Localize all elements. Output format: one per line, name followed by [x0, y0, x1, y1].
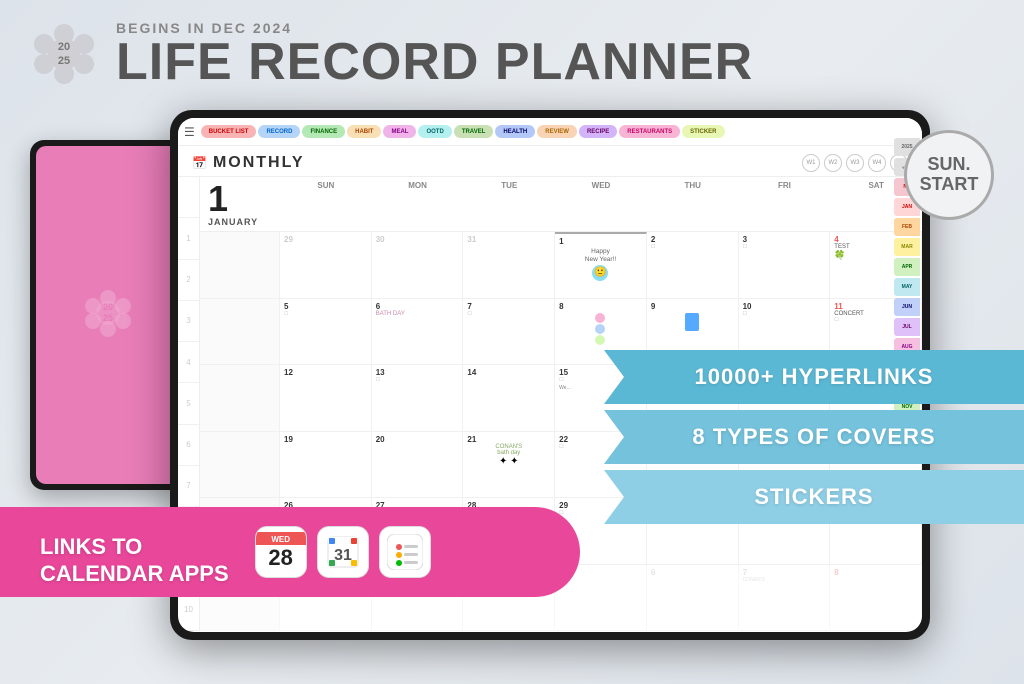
- week4-circle[interactable]: W4: [868, 154, 886, 172]
- tab-feb[interactable]: FEB: [894, 218, 920, 236]
- cell-row4-label: [200, 432, 280, 498]
- row-1: 1: [178, 218, 199, 259]
- cal-day-abbr: WED: [256, 532, 306, 545]
- main-container: 20 25 BEGINS IN DEC 2024 LIFE RECORD PLA…: [0, 0, 1024, 684]
- row-3: 3: [178, 301, 199, 342]
- sun-start-badge: SUN. START: [904, 130, 994, 220]
- svg-text:20: 20: [58, 41, 70, 53]
- month-label-cell: 1 JANUARY: [200, 177, 280, 231]
- cell-jan14[interactable]: 14: [463, 365, 555, 431]
- sun-start-text: SUN. START: [920, 155, 979, 195]
- main-title: LIFE RECORD PLANNER: [116, 36, 753, 88]
- monthly-header: 📅 MONTHLY W1 W2 W3 W4 W5: [178, 146, 922, 177]
- cell-dec30[interactable]: 30: [372, 232, 464, 298]
- day-header-tue: TUE: [463, 177, 555, 231]
- nav-tab-health[interactable]: HEALTH: [495, 125, 535, 138]
- pink-logo: 20 25: [83, 288, 133, 343]
- nav-tab-ootd[interactable]: OOTD: [418, 125, 451, 138]
- cell-jan1[interactable]: 1 HappyNew Year!! 🙂: [555, 232, 647, 298]
- nav-tab-record[interactable]: RECORD: [258, 125, 300, 138]
- month-name: JANUARY: [208, 217, 272, 227]
- row-2: 2: [178, 260, 199, 301]
- svg-text:25: 25: [102, 313, 112, 323]
- cell-jan6[interactable]: 6 BATH DAY: [372, 299, 464, 365]
- day-header-mon: MON: [372, 177, 464, 231]
- hyperlinks-text: 10000+ HYPERLINKS: [695, 364, 934, 390]
- smiley-sticker: 🙂: [592, 265, 608, 281]
- cell-jan13[interactable]: 13☐: [372, 365, 464, 431]
- cal-day-num: 28: [268, 545, 292, 571]
- day-header-sun: SUN: [280, 177, 372, 231]
- reminders-icon: [379, 526, 431, 578]
- tab-jul[interactable]: JUL: [894, 318, 920, 336]
- cell-dec31[interactable]: 31: [463, 232, 555, 298]
- nav-tab-recipe[interactable]: RECIPE: [579, 125, 617, 138]
- links-pill: LINKS TO CALENDAR APPS WED 28 31: [0, 507, 580, 597]
- nav-tab-sticker[interactable]: STICKER: [682, 125, 724, 138]
- monthly-title: MONTHLY: [213, 154, 305, 172]
- links-text: LINKS TO CALENDAR APPS: [40, 516, 229, 587]
- row-5: 5: [178, 383, 199, 424]
- week2-circle[interactable]: W2: [824, 154, 842, 172]
- month-num: 1: [208, 181, 272, 217]
- planner-nav: ☰ BUCKET LIST RECORD FINANCE HABIT MEAL …: [178, 118, 922, 146]
- covers-text: 8 TYPES OF COVERS: [692, 424, 935, 450]
- cell-row3-label: [200, 365, 280, 431]
- week-circles: W1 W2 W3 W4 W5: [802, 154, 908, 172]
- nav-tab-finance[interactable]: FINANCE: [302, 125, 345, 138]
- nav-tab-restaurants[interactable]: RESTAURANTS: [619, 125, 680, 138]
- header-text: BEGINS IN DEC 2024 LIFE RECORD PLANNER: [116, 20, 753, 88]
- cal-row-1: 29 30 31 1 HappyNew Year!! 🙂: [200, 232, 922, 299]
- banner-covers: 8 TYPES OF COVERS: [604, 410, 1024, 464]
- tab-may[interactable]: MAY: [894, 278, 920, 296]
- svg-text:31: 31: [334, 547, 352, 564]
- svg-text:20: 20: [102, 302, 112, 312]
- hamburger-icon[interactable]: ☰: [184, 125, 195, 139]
- cell-jan20[interactable]: 20: [372, 432, 464, 498]
- happy-new-year-text: HappyNew Year!!: [559, 248, 642, 265]
- week1-circle[interactable]: W1: [802, 154, 820, 172]
- tab-jun[interactable]: JUN: [894, 298, 920, 316]
- feature-banners: 10000+ HYPERLINKS 8 TYPES OF COVERS STIC…: [604, 350, 1024, 524]
- nav-tab-bucketlist[interactable]: BUCKET LIST: [201, 125, 257, 138]
- cell-jan5[interactable]: 5☐: [280, 299, 372, 365]
- day-header-wed: WED: [555, 177, 647, 231]
- tab-apr[interactable]: APR: [894, 258, 920, 276]
- cell-row2-label: [200, 299, 280, 365]
- google-calendar-icon: 31: [317, 526, 369, 578]
- banner-stickers: STICKERS: [604, 470, 1024, 524]
- nav-tab-review[interactable]: REVIEW: [537, 125, 577, 138]
- logo: 20 25: [30, 20, 98, 88]
- cell-jan19[interactable]: 19: [280, 432, 372, 498]
- app-icons: WED 28 31: [255, 526, 431, 578]
- cell-jan12[interactable]: 12: [280, 365, 372, 431]
- nav-tab-habit[interactable]: HABIT: [347, 125, 381, 138]
- cell-label-col: [200, 232, 280, 298]
- ios-calendar-icon: WED 28: [255, 526, 307, 578]
- cell-jan21[interactable]: 21 CONAN'Sbath day ✦ ✦: [463, 432, 555, 498]
- day-header-thu: THU: [647, 177, 739, 231]
- row-num-header: [178, 177, 199, 218]
- nav-tab-meal[interactable]: MEAL: [383, 125, 416, 138]
- cell-jan7[interactable]: 7☐: [463, 299, 555, 365]
- tab-mar[interactable]: MAR: [894, 238, 920, 256]
- header: 20 25 BEGINS IN DEC 2024 LIFE RECORD PLA…: [30, 20, 753, 88]
- calendar-icon-small: 📅: [192, 156, 207, 170]
- svg-text:25: 25: [58, 55, 70, 67]
- links-banner: LINKS TO CALENDAR APPS WED 28 31: [0, 499, 580, 604]
- cell-dec29[interactable]: 29: [280, 232, 372, 298]
- day-headers: 1 JANUARY SUN MON TUE WED THU FRI SAT: [200, 177, 922, 232]
- day-header-fri: FRI: [739, 177, 831, 231]
- row-6: 6: [178, 425, 199, 466]
- week3-circle[interactable]: W3: [846, 154, 864, 172]
- cell-jan3[interactable]: 3 ☐: [739, 232, 831, 298]
- pink-tablet: 20 25: [30, 140, 185, 490]
- stickers-text: STICKERS: [754, 484, 873, 510]
- row-4: 4: [178, 342, 199, 383]
- nav-tab-travel[interactable]: TRAVEL: [454, 125, 494, 138]
- banner-hyperlinks: 10000+ HYPERLINKS: [604, 350, 1024, 404]
- cell-jan2[interactable]: 2 ☐: [647, 232, 739, 298]
